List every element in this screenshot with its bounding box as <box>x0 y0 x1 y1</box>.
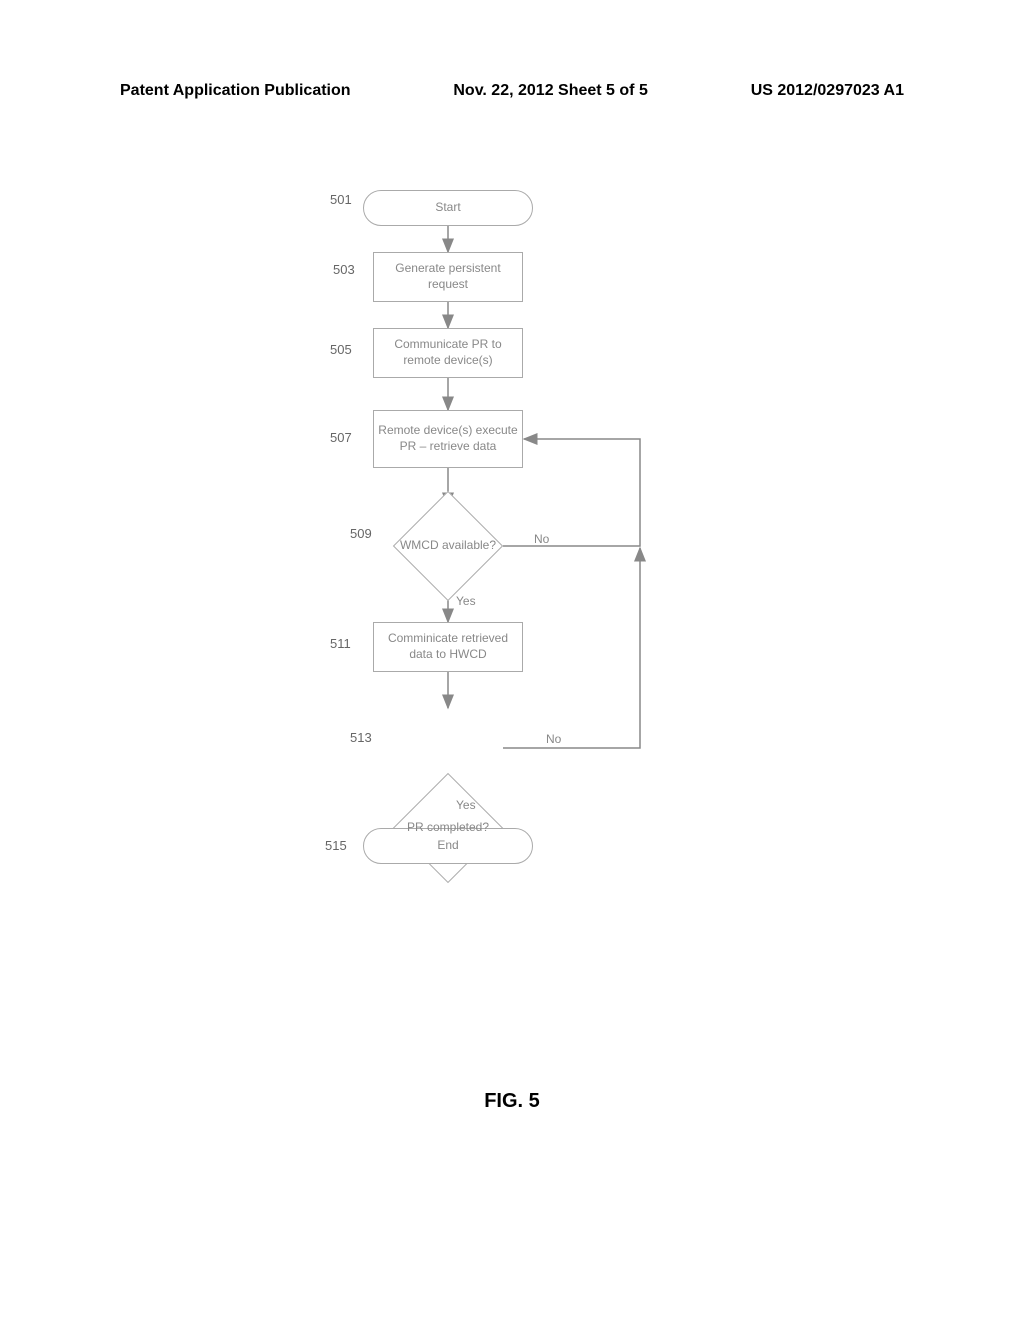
flowchart: Start 501 Generate persistent request 50… <box>0 180 1024 950</box>
ref-505: 505 <box>330 342 352 357</box>
ref-503: 503 <box>333 262 355 277</box>
process-505: Communicate PR to remote device(s) <box>373 328 523 378</box>
process-511-text: Comminicate retrieved data to HWCD <box>378 631 518 662</box>
edge-513-no: No <box>546 732 561 746</box>
header-publication: Patent Application Publication <box>120 82 351 100</box>
ref-511: 511 <box>330 636 351 651</box>
ref-515: 515 <box>325 838 347 853</box>
decision-509-text: WMCD available? <box>400 538 496 554</box>
page-header: Patent Application Publication Nov. 22, … <box>120 82 904 100</box>
edge-509-yes: Yes <box>456 594 476 608</box>
decision-513-text: PR completed? <box>407 820 489 836</box>
figure-caption: FIG. 5 <box>0 1090 1024 1113</box>
header-patent-number: US 2012/0297023 A1 <box>751 82 904 100</box>
edge-509-no: No <box>534 532 549 546</box>
process-503-text: Generate persistent request <box>378 261 518 292</box>
process-511: Comminicate retrieved data to HWCD <box>373 622 523 672</box>
decision-513: PR completed? <box>393 788 503 868</box>
ref-501: 501 <box>330 192 352 207</box>
start-terminator: Start <box>363 190 533 226</box>
header-date-sheet: Nov. 22, 2012 Sheet 5 of 5 <box>453 82 647 100</box>
ref-507: 507 <box>330 430 352 445</box>
decision-509: WMCD available? <box>393 506 503 586</box>
ref-513: 513 <box>350 730 372 745</box>
process-503: Generate persistent request <box>373 252 523 302</box>
process-505-text: Communicate PR to remote device(s) <box>378 337 518 368</box>
ref-509: 509 <box>350 526 372 541</box>
process-507-text: Remote device(s) execute PR – retrieve d… <box>378 423 518 454</box>
start-label: Start <box>435 200 460 216</box>
process-507: Remote device(s) execute PR – retrieve d… <box>373 410 523 468</box>
